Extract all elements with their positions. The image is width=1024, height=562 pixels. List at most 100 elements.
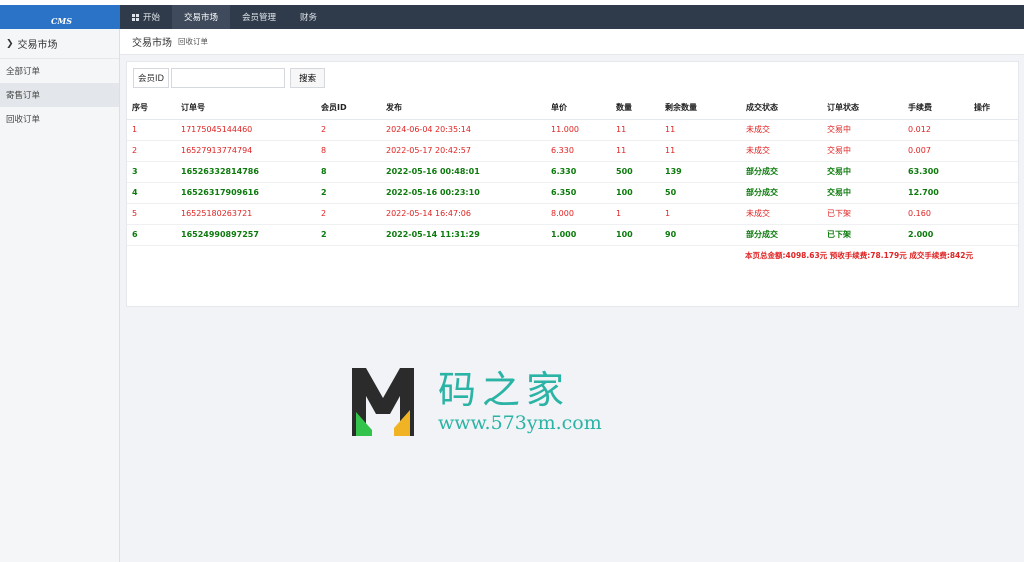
nav-label: 会员管理 xyxy=(242,13,277,23)
windows-icon xyxy=(132,13,139,21)
table-cell: 11 xyxy=(660,119,741,141)
table-cell: 90 xyxy=(660,224,741,246)
table-cell: 100 xyxy=(611,224,660,246)
sidebar-item-all-orders[interactable]: 全部订单 xyxy=(0,59,119,83)
table-cell xyxy=(969,161,1018,183)
sidebar-item-label: 寄售订单 xyxy=(6,91,41,101)
table-cell: 63.300 xyxy=(903,161,969,183)
table-cell: 2 xyxy=(316,203,381,225)
sidebar: ❯ 交易市场 全部订单 寄售订单 回收订单 xyxy=(0,29,120,562)
column-header: 序号 xyxy=(127,97,176,120)
column-header: 数量 xyxy=(611,97,660,120)
table-cell: 8 xyxy=(316,140,381,162)
page-summary: 本页总金额:4098.63元 预收手续费:78.179元 成交手续费:842元 xyxy=(745,251,973,260)
table-cell: 0.007 xyxy=(903,140,969,162)
table-row[interactable]: 6 16524990897257 2 2022-05-14 11:31:29 1.000… xyxy=(127,224,1018,246)
table-cell: 未成交 xyxy=(741,140,822,162)
table-cell: 交易中 xyxy=(822,140,903,162)
sidebar-item-label: 回收订单 xyxy=(6,115,41,125)
sidebar-header[interactable]: ❯ 交易市场 xyxy=(0,29,119,59)
table-row[interactable]: 1 17175045144460 2 2024-06-04 20:35:14 11.00… xyxy=(127,119,1018,141)
table-cell: 未成交 xyxy=(741,203,822,225)
table-cell: 6.330 xyxy=(546,140,611,162)
table-cell: 11 xyxy=(611,140,660,162)
table-cell xyxy=(969,119,1018,141)
table-cell: 16524990897257 xyxy=(176,224,316,246)
watermark: 码之家 www.573ym.com xyxy=(350,366,602,438)
orders-panel: 会员ID 搜索 序号 订单号 会员ID 发布 单价 数量 剩余数量 成交状态 订单状态 手续费 操作… xyxy=(126,61,1019,307)
table-cell: 部分成交 xyxy=(741,182,822,204)
nav-members[interactable]: 会员管理 xyxy=(230,5,288,29)
table-row[interactable]: 5 16525180263721 2 2022-05-14 16:47:06 8.000… xyxy=(127,203,1018,225)
nav-finance[interactable]: 财务 xyxy=(288,5,329,29)
table-cell: 1.000 xyxy=(546,224,611,246)
breadcrumb: 交易市场 回收订单 xyxy=(120,29,1024,55)
table-cell: 交易中 xyxy=(822,119,903,141)
table-cell: 11 xyxy=(660,140,741,162)
table-cell: 已下架 xyxy=(822,203,903,225)
column-header: 操作 xyxy=(969,97,1018,120)
table-cell: 1 xyxy=(611,203,660,225)
logo[interactable]: DUX CMS xyxy=(0,5,172,58)
logo-suffix: CMS xyxy=(51,16,72,26)
sidebar-item-recycle[interactable]: 回收订单 xyxy=(0,107,119,131)
table-cell: 1 xyxy=(127,119,176,141)
table-cell: 16525180263721 xyxy=(176,203,316,225)
main-content: 交易市场 回收订单 会员ID 搜索 序号 订单号 会员ID 发布 单价 数量 剩余数量 成交状… xyxy=(120,29,1024,562)
column-header: 订单号 xyxy=(176,97,316,120)
search-button[interactable]: 搜索 xyxy=(290,68,326,88)
table-cell: 2 xyxy=(127,140,176,162)
column-header: 订单状态 xyxy=(822,97,903,120)
table-cell xyxy=(969,182,1018,204)
sidebar-item-consignment[interactable]: 寄售订单 xyxy=(0,83,119,107)
table-row[interactable]: 3 16526332814786 8 2022-05-16 00:48:01 6.330… xyxy=(127,161,1018,183)
table-cell: 未成交 xyxy=(741,119,822,141)
table-cell: 2024-06-04 20:35:14 xyxy=(381,119,546,141)
table-cell: 50 xyxy=(660,182,741,204)
table-header-row: 序号 订单号 会员ID 发布 单价 数量 剩余数量 成交状态 订单状态 手续费 操作 xyxy=(127,97,1018,120)
table-cell: 500 xyxy=(611,161,660,183)
table-cell: 16526332814786 xyxy=(176,161,316,183)
table-cell: 2022-05-14 11:31:29 xyxy=(381,224,546,246)
watermark-text: 码之家 xyxy=(438,368,571,412)
table-cell: 2022-05-16 00:48:01 xyxy=(381,161,546,183)
table-cell: 16527913774794 xyxy=(176,140,316,162)
member-id-input[interactable] xyxy=(171,68,286,88)
table-cell: 12.700 xyxy=(903,182,969,204)
table-cell xyxy=(969,203,1018,225)
table-cell: 2022-05-16 00:23:10 xyxy=(381,182,546,204)
top-nav: DUX CMS 开始 交易市场 会员管理 财务 xyxy=(0,5,1024,58)
table-cell: 139 xyxy=(660,161,741,183)
column-header: 手续费 xyxy=(903,97,969,120)
nav-market[interactable]: 交易市场 xyxy=(172,5,231,29)
column-header: 成交状态 xyxy=(741,97,822,120)
table-cell: 部分成交 xyxy=(741,161,822,183)
sidebar-header-label: 交易市场 xyxy=(17,40,58,51)
table-cell xyxy=(969,140,1018,162)
table-body: 1 17175045144460 2 2024-06-04 20:35:14 11.00… xyxy=(127,119,1018,246)
table-cell xyxy=(969,224,1018,246)
search-bar: 会员ID 搜索 xyxy=(133,68,326,88)
table-cell: 2022-05-17 20:42:57 xyxy=(381,140,546,162)
nav-start[interactable]: 开始 xyxy=(120,5,172,29)
table-cell: 8 xyxy=(316,161,381,183)
table-cell: 17175045144460 xyxy=(176,119,316,141)
table-cell: 11 xyxy=(611,119,660,141)
column-header: 发布 xyxy=(381,97,546,120)
table-cell: 100 xyxy=(611,182,660,204)
table-cell: 已下架 xyxy=(822,224,903,246)
watermark-logo-icon xyxy=(352,368,414,436)
table-cell: 交易中 xyxy=(822,182,903,204)
watermark-url: www.573ym.com xyxy=(438,412,602,434)
table-row[interactable]: 2 16527913774794 8 2022-05-17 20:42:57 6.330… xyxy=(127,140,1018,162)
column-header: 单价 xyxy=(546,97,611,120)
table-cell: 8.000 xyxy=(546,203,611,225)
nav-label: 开始 xyxy=(143,13,161,23)
nav-label: 交易市场 xyxy=(184,13,219,23)
orders-table: 序号 订单号 会员ID 发布 单价 数量 剩余数量 成交状态 订单状态 手续费 操作 1 171750… xyxy=(127,97,1018,246)
table-cell: 16526317909616 xyxy=(176,182,316,204)
table-cell: 2 xyxy=(316,182,381,204)
table-row[interactable]: 4 16526317909616 2 2022-05-16 00:23:10 6.350… xyxy=(127,182,1018,204)
page-title: 交易市场 xyxy=(132,38,172,49)
table-cell: 3 xyxy=(127,161,176,183)
